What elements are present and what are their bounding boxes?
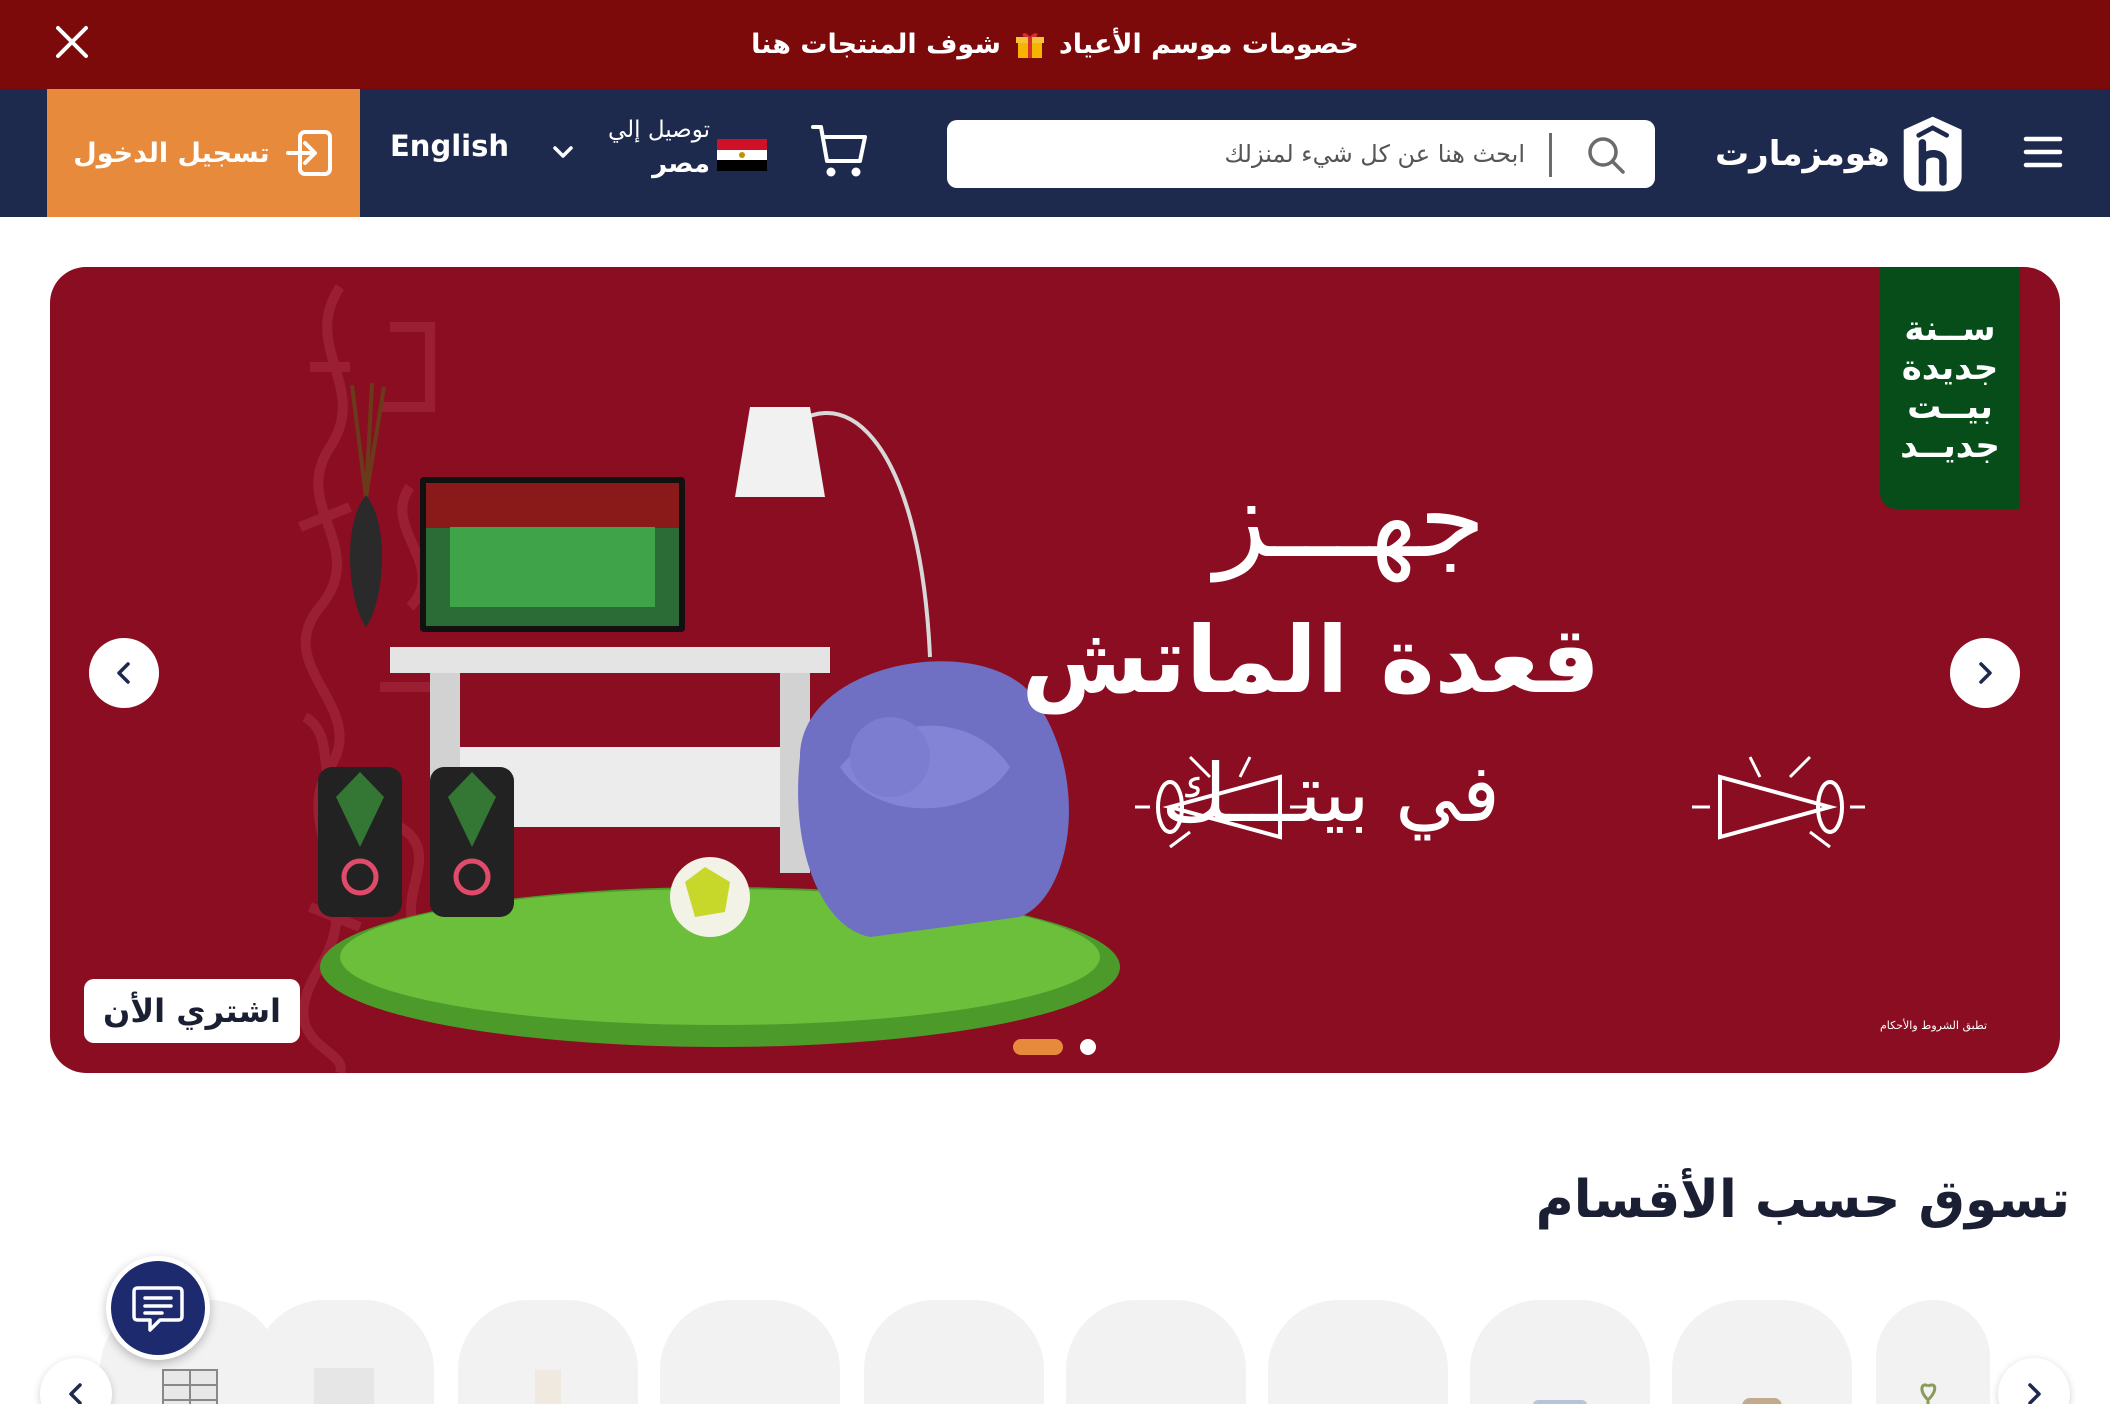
- banner-prev-button[interactable]: [89, 638, 159, 708]
- category-card[interactable]: [1876, 1300, 1990, 1404]
- category-card[interactable]: [1672, 1300, 1852, 1404]
- sofa-thumbnail: [1313, 1360, 1403, 1404]
- banner-next-button[interactable]: [1950, 638, 2020, 708]
- banner-headline-3: في بيتـــك: [1161, 747, 1500, 840]
- logo-mark-icon: [1903, 116, 1962, 192]
- table-thumbnail: [705, 1360, 795, 1404]
- bed-thumbnail: [1742, 1398, 1782, 1404]
- login-icon: [285, 130, 332, 176]
- category-card[interactable]: [864, 1300, 1044, 1404]
- banner-headline-1: جهـــز: [1214, 457, 1486, 582]
- category-card[interactable]: [458, 1300, 638, 1404]
- category-card[interactable]: [1268, 1300, 1448, 1404]
- shelf-thumbnail: [162, 1369, 218, 1404]
- logo-text: هومزمارت: [1715, 134, 1890, 174]
- search-input[interactable]: [967, 132, 1525, 176]
- chat-button[interactable]: [106, 1256, 210, 1360]
- category-card[interactable]: [660, 1300, 840, 1404]
- horn-icon: [1135, 755, 1308, 849]
- banner-headline-2: قعدة الماتش: [1021, 607, 1600, 714]
- armchair-thumbnail: [1533, 1400, 1587, 1404]
- living-room-illustration: [318, 382, 1120, 1047]
- category-card[interactable]: [254, 1300, 434, 1404]
- lamp-thumbnail: [535, 1370, 561, 1404]
- promo-link[interactable]: خصومات موسم الأعياد شوف المنتجات هنا: [0, 0, 2110, 89]
- language-switch[interactable]: English: [390, 129, 509, 163]
- badge-line: جديــد: [1900, 426, 2000, 466]
- chevron-right-icon: [2028, 1383, 2041, 1404]
- chevron-left-icon: [69, 1383, 82, 1404]
- delivery-country: مصر: [652, 149, 710, 179]
- search-bar: [947, 120, 1655, 188]
- category-card[interactable]: [1066, 1300, 1246, 1404]
- category-card[interactable]: [1470, 1300, 1650, 1404]
- terms-text: تطبق الشروط والأحكام: [1880, 1019, 1988, 1032]
- buy-now-button[interactable]: اشتري الأن: [84, 979, 300, 1043]
- chat-icon: [132, 1286, 184, 1332]
- logo[interactable]: هومزمارت: [1715, 111, 1965, 197]
- promo-text-after: شوف المنتجات هنا: [751, 29, 1001, 60]
- badge-line: ســنة: [1904, 309, 1996, 349]
- login-button[interactable]: تسجيل الدخول: [47, 89, 360, 217]
- egypt-flag-icon: [717, 139, 767, 171]
- badge-line: جديدة: [1901, 348, 1999, 388]
- search-divider: [1549, 133, 1552, 177]
- section-title: تسوق حسب الأقسام: [1535, 1170, 2070, 1230]
- promo-bar: خصومات موسم الأعياد شوف المنتجات هنا: [0, 0, 2110, 89]
- page: خصومات موسم الأعياد شوف المنتجات هنا هوم…: [0, 0, 2110, 1404]
- decor-thumbnail: [947, 1403, 948, 1404]
- wardrobe-thumbnail: [314, 1368, 374, 1404]
- delivery-selector[interactable]: توصيل إلي مصر: [545, 117, 770, 187]
- search-icon[interactable]: [1585, 134, 1627, 176]
- cart-icon[interactable]: [810, 121, 870, 181]
- delivery-label: توصيل إلي: [607, 117, 710, 143]
- slide-indicator-active[interactable]: [1013, 1039, 1063, 1055]
- horn-icon: [1692, 755, 1865, 849]
- login-label: تسجيل الدخول: [73, 137, 270, 169]
- chevron-right-icon: [1979, 662, 1992, 684]
- slide-indicator[interactable]: [1080, 1039, 1096, 1055]
- promo-text-before: خصومات موسم الأعياد: [1058, 29, 1359, 60]
- gift-icon: [1015, 30, 1045, 60]
- chevron-down-icon: [553, 146, 573, 158]
- chevron-left-icon: [117, 662, 130, 684]
- new-year-badge: ســنة جديدة بيــت جديــد: [1880, 267, 2020, 509]
- header: هومزمارت توصيل إلي مصر English ت: [0, 89, 2110, 217]
- badge-line: بيــت: [1907, 387, 1993, 427]
- hero-banner[interactable]: ســنة جديدة بيــت جديــد جهـــز قعدة الم…: [50, 267, 2060, 1073]
- coffee-table-thumbnail: [1111, 1360, 1201, 1404]
- plant-thumbnail: [1920, 1383, 1937, 1404]
- category-carousel: [0, 1300, 2110, 1404]
- menu-icon[interactable]: [2020, 129, 2066, 175]
